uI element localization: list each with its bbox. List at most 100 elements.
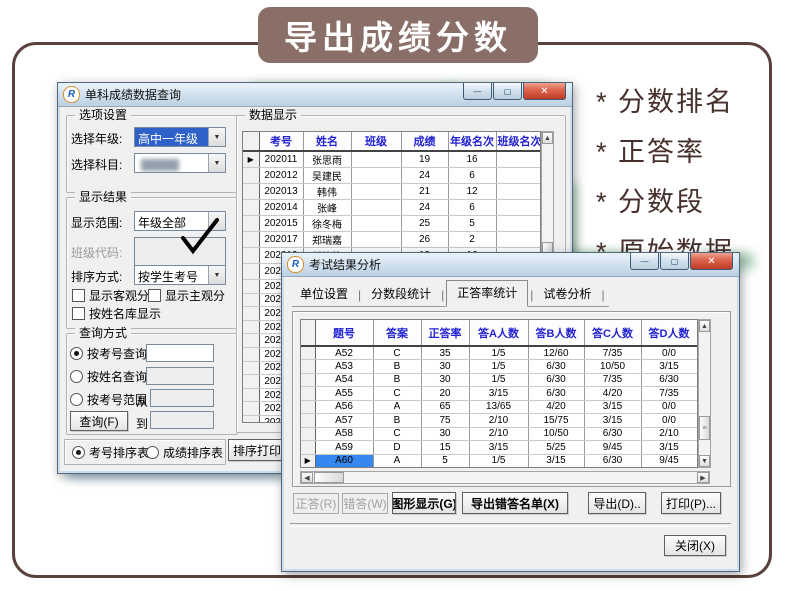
row-selector[interactable] xyxy=(243,184,259,200)
table-cell[interactable] xyxy=(351,200,401,216)
table-cell[interactable]: 3/15 xyxy=(528,454,584,468)
by-number-radio[interactable]: 按考号查询 xyxy=(70,345,147,362)
tab-paper-analysis[interactable]: 试卷分析 xyxy=(535,282,599,306)
tab-correct-rate[interactable]: 正答率统计 xyxy=(446,280,528,307)
table-cell[interactable] xyxy=(351,232,401,248)
table-cell[interactable]: 5 xyxy=(448,216,496,232)
table-cell[interactable]: 30 xyxy=(421,373,469,387)
query-window-titlebar[interactable]: R 单科成绩数据查询 — ▢ ✕ xyxy=(58,83,572,107)
sort-combo[interactable]: 按学生考号 ▼ xyxy=(134,265,226,285)
by-name-radio[interactable]: 按姓名查询 xyxy=(70,368,147,385)
table-cell[interactable]: D xyxy=(373,441,421,455)
table-cell[interactable]: A54 xyxy=(315,373,373,387)
row-selector[interactable] xyxy=(301,427,315,441)
table-cell[interactable]: 3/15 xyxy=(584,414,641,428)
table-cell[interactable]: 3/15 xyxy=(469,441,528,455)
table-cell[interactable] xyxy=(496,200,540,216)
maximize-button[interactable]: ▢ xyxy=(660,253,689,270)
checkbox-icon[interactable] xyxy=(148,289,161,302)
table-cell[interactable]: 15/75 xyxy=(528,414,584,428)
table-cell[interactable]: 6 xyxy=(448,200,496,216)
table-cell[interactable]: 6/30 xyxy=(528,373,584,387)
analysis-window-titlebar[interactable]: R 考试结果分析 — ▢ ✕ xyxy=(282,253,739,277)
table-cell[interactable]: A60 xyxy=(315,454,373,468)
table-cell[interactable]: 75 xyxy=(421,414,469,428)
column-header[interactable]: 答案 xyxy=(373,320,421,346)
chevron-down-icon[interactable]: ▼ xyxy=(208,128,225,146)
table-cell[interactable] xyxy=(496,184,540,200)
subjective-checkbox[interactable]: 显示主观分 xyxy=(148,287,225,304)
close-dialog-button[interactable]: 关闭(X) xyxy=(664,535,726,556)
table-cell[interactable]: 65 xyxy=(421,400,469,414)
table-row[interactable]: 202013韩伟2112 xyxy=(243,184,540,200)
table-cell[interactable]: 2/10 xyxy=(469,414,528,428)
graph-display-button[interactable]: 图形显示(G) xyxy=(392,492,456,514)
radio-icon[interactable] xyxy=(70,370,83,383)
row-selector[interactable]: ▶ xyxy=(243,151,259,168)
table-cell[interactable]: A59 xyxy=(315,441,373,455)
table-row[interactable]: ▶202011张思雨1916 xyxy=(243,151,540,168)
table-cell[interactable]: 0/0 xyxy=(641,400,697,414)
chevron-down-icon[interactable]: ▼ xyxy=(208,154,225,172)
table-cell[interactable]: 徐冬梅 xyxy=(303,216,351,232)
table-cell[interactable] xyxy=(351,151,401,168)
table-cell[interactable]: 1/5 xyxy=(469,360,528,374)
table-cell[interactable]: B xyxy=(373,414,421,428)
table-cell[interactable]: 0/0 xyxy=(641,414,697,428)
table-cell[interactable]: 35 xyxy=(421,346,469,360)
close-button[interactable]: ✕ xyxy=(690,253,733,270)
table-cell[interactable]: A58 xyxy=(315,427,373,441)
table-cell[interactable]: 吴建民 xyxy=(303,168,351,184)
grade-combo[interactable]: 高中一年级 ▼ xyxy=(134,127,226,147)
number-sort-radio[interactable]: 考号排序表 xyxy=(72,444,149,461)
scroll-right-icon[interactable]: ▶ xyxy=(697,472,709,483)
table-cell[interactable]: 202015 xyxy=(259,216,303,232)
row-selector[interactable] xyxy=(301,414,315,428)
table-cell[interactable]: 6/30 xyxy=(641,373,697,387)
table-cell[interactable]: 10/50 xyxy=(528,427,584,441)
table-cell[interactable]: A xyxy=(373,400,421,414)
row-selector[interactable] xyxy=(243,280,259,294)
table-cell[interactable]: 1/5 xyxy=(469,346,528,360)
row-selector[interactable] xyxy=(301,360,315,374)
table-row[interactable]: A53B301/56/3010/503/15 xyxy=(301,360,697,374)
table-cell[interactable]: 12 xyxy=(448,184,496,200)
query-button[interactable]: 查询(F) xyxy=(70,411,128,431)
table-cell[interactable]: C xyxy=(373,346,421,360)
table-cell[interactable]: 张思雨 xyxy=(303,151,351,168)
vertical-scrollbar[interactable]: ▲ ≡ ▼ xyxy=(698,319,711,468)
table-cell[interactable]: 202011 xyxy=(259,151,303,168)
objective-checkbox[interactable]: 显示客观分 xyxy=(72,287,149,304)
table-cell[interactable]: 20 xyxy=(421,387,469,401)
namelib-checkbox[interactable]: 按姓名库显示 xyxy=(72,305,161,322)
close-button[interactable]: ✕ xyxy=(523,83,566,100)
table-row[interactable]: 202015徐冬梅255 xyxy=(243,216,540,232)
table-row[interactable]: ▶A60A51/53/156/309/45 xyxy=(301,454,697,468)
wrong-button[interactable]: 错答(W) xyxy=(342,493,388,514)
table-row[interactable]: A55C203/156/304/207/35 xyxy=(301,387,697,401)
column-header[interactable]: 成绩 xyxy=(401,132,448,151)
row-selector[interactable] xyxy=(243,402,259,416)
table-cell[interactable] xyxy=(496,168,540,184)
scroll-up-icon[interactable]: ▲ xyxy=(699,320,710,332)
table-cell[interactable] xyxy=(496,216,540,232)
table-cell[interactable]: 6/30 xyxy=(584,454,641,468)
tab-score-segment[interactable]: 分数段统计 xyxy=(363,282,439,306)
print-button[interactable]: 打印(P)... xyxy=(661,492,721,514)
row-selector[interactable] xyxy=(243,200,259,216)
row-selector[interactable] xyxy=(243,248,259,264)
table-cell[interactable]: 6/30 xyxy=(528,360,584,374)
table-cell[interactable]: C xyxy=(373,387,421,401)
row-selector[interactable] xyxy=(243,375,259,389)
table-cell[interactable]: A57 xyxy=(315,414,373,428)
table-row[interactable]: 202017郑瑞嘉262 xyxy=(243,232,540,248)
table-cell[interactable]: 202014 xyxy=(259,200,303,216)
table-cell[interactable]: 202012 xyxy=(259,168,303,184)
radio-icon[interactable] xyxy=(72,446,85,459)
row-selector[interactable] xyxy=(301,346,315,360)
scrollbar-thumb[interactable]: ≡ xyxy=(699,416,710,440)
table-cell[interactable]: 5/25 xyxy=(528,441,584,455)
table-cell[interactable]: 12/60 xyxy=(528,346,584,360)
row-selector[interactable] xyxy=(243,361,259,375)
table-cell[interactable] xyxy=(351,184,401,200)
